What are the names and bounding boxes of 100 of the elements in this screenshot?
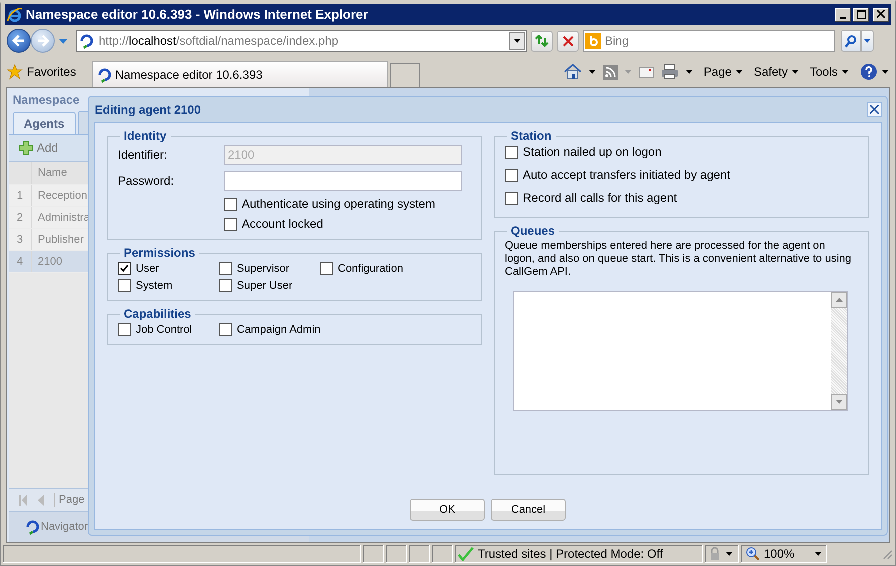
checkbox-label: System	[136, 280, 173, 292]
checkbox-label: Auto accept transfers initiated by agent	[523, 168, 730, 182]
table-cell-text: 2100	[37, 256, 62, 268]
lock-icon	[708, 547, 722, 561]
group-title: Capabilities	[123, 307, 192, 321]
table-cell-text: Reception	[37, 190, 88, 202]
down-arrow-icon[interactable]	[836, 400, 842, 404]
checkbox-label: Configuration	[338, 262, 404, 274]
caret-icon[interactable]	[686, 70, 693, 74]
search-icon	[845, 34, 857, 48]
plus-icon	[19, 140, 34, 156]
search-provider-icon	[585, 33, 601, 49]
refresh-button[interactable]	[531, 30, 553, 52]
caret-icon	[726, 552, 733, 556]
checkbox[interactable]	[505, 168, 518, 182]
minimize-icon	[840, 16, 846, 18]
row-number: 1	[9, 185, 32, 206]
close-button[interactable]	[867, 102, 882, 117]
checkbox-label: Station nailed up on logon	[523, 145, 662, 159]
checkbox[interactable]	[219, 279, 232, 292]
column-header: Name	[37, 167, 68, 179]
checkbox[interactable]	[118, 279, 131, 292]
caret-icon	[792, 70, 799, 74]
home-icon[interactable]	[564, 64, 582, 80]
checkbox[interactable]	[224, 218, 237, 230]
check-icon	[458, 547, 474, 561]
dialog-button[interactable]: Cancel	[491, 499, 566, 521]
checkbox[interactable]	[505, 146, 518, 158]
checkbox[interactable]	[224, 198, 237, 210]
page-loading-icon	[79, 33, 95, 49]
address-field[interactable]: http://localhost/softdial/namespace/index.php	[76, 30, 527, 52]
checkbox-label: Supervisor	[237, 262, 290, 274]
checkbox-label: Record all calls for this agent	[523, 191, 678, 205]
caret-icon[interactable]	[588, 70, 596, 74]
left-arrow-icon	[12, 34, 26, 48]
caret-icon	[815, 552, 822, 556]
scrollbar[interactable]	[831, 292, 847, 410]
group-title: Queues	[510, 224, 556, 238]
checkbox-label: Authenticate using operating system	[242, 197, 436, 211]
search-button[interactable]	[841, 30, 861, 52]
search-field[interactable]: Bing	[583, 30, 835, 52]
checkbox-label: Campaign Admin	[237, 324, 321, 336]
back-button[interactable]	[7, 29, 31, 53]
page-loading-icon	[25, 519, 41, 535]
password-field[interactable]	[224, 171, 462, 191]
help-button[interactable]	[860, 63, 889, 81]
magnifier-icon	[746, 547, 760, 561]
caret-icon	[514, 39, 520, 43]
close-icon	[870, 105, 879, 114]
checkbox-label: Super User	[237, 280, 293, 292]
caret-icon	[864, 39, 871, 43]
dialog-title: Editing agent 2100	[94, 102, 202, 116]
status-panel	[432, 545, 453, 563]
group-title: Station	[510, 129, 553, 143]
browser-logo-icon	[7, 6, 23, 22]
zoom-button[interactable]: 100%	[741, 545, 827, 563]
window-title: Namespace editor 10.6.393 - Windows Internet Explorer	[26, 7, 370, 22]
minimize-button[interactable]	[835, 8, 851, 22]
command-menu[interactable]: Tools	[810, 65, 849, 79]
security-zone-status[interactable]: Trusted sites | Protected Mode: Off	[455, 545, 703, 563]
field-label: Password:	[118, 174, 176, 188]
checkbox[interactable]	[118, 262, 131, 275]
address-dropdown-button[interactable]	[509, 32, 525, 50]
checkbox[interactable]	[219, 323, 232, 336]
dropdown-icon[interactable]	[59, 38, 68, 44]
print-icon[interactable]	[660, 64, 679, 80]
command-menu[interactable]: Safety	[754, 65, 799, 79]
feed-icon[interactable]	[602, 64, 618, 80]
search-options-button[interactable]	[861, 30, 874, 52]
agents-tab[interactable]: Agents	[13, 112, 76, 134]
checkbox[interactable]	[505, 192, 518, 204]
maximize-button[interactable]	[853, 8, 869, 22]
queues-description: Queue memberships entered here are processed for the agent on logon, and also on queue start. This is a convenient alternative to using CallGem API.	[505, 240, 853, 279]
favorites-button[interactable]: Favorites	[7, 64, 86, 80]
row-number: 3	[9, 229, 32, 250]
checkbox-label: Account locked	[242, 217, 324, 231]
up-arrow-icon[interactable]	[836, 298, 842, 302]
row-number: 4	[9, 251, 32, 272]
help-icon	[860, 63, 878, 81]
security-status-button[interactable]	[705, 545, 739, 563]
app-title: Namespace	[13, 93, 80, 107]
command-menu[interactable]: Page	[704, 65, 743, 79]
browser-tab[interactable]: Namespace editor 10.6.393	[92, 61, 388, 87]
stop-button[interactable]	[557, 30, 579, 52]
row-number: 2	[9, 207, 32, 228]
mail-icon[interactable]	[638, 66, 654, 78]
checkbox[interactable]	[118, 323, 131, 336]
dialog-button[interactable]: OK	[410, 499, 485, 521]
status-panel	[409, 545, 430, 563]
caret-icon	[882, 70, 889, 74]
field-label: Identifier:	[118, 148, 168, 162]
resize-grip-icon[interactable]	[881, 548, 893, 560]
checkbox[interactable]	[320, 262, 333, 275]
refresh-icon	[535, 35, 549, 47]
status-panel	[386, 545, 407, 563]
maximize-icon	[856, 10, 866, 18]
table-cell-text: Administra	[37, 212, 90, 224]
checkbox[interactable]	[219, 262, 232, 275]
checkbox-label: Job Control	[136, 324, 192, 336]
close-icon	[877, 10, 885, 18]
